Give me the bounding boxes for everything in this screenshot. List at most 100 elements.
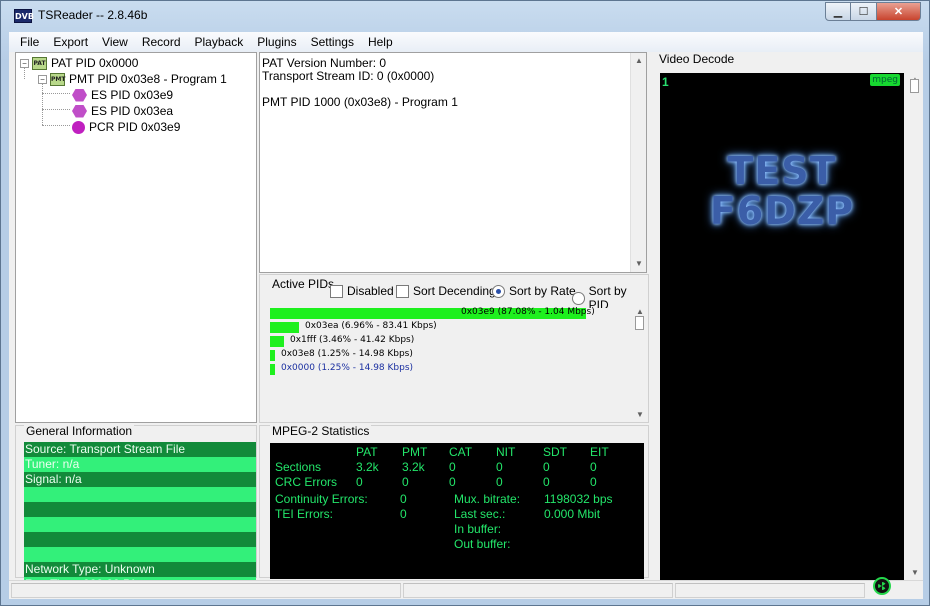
close-button[interactable]: ✕ [877,2,921,21]
menu-file[interactable]: File [13,32,46,52]
crc-nit: 0 [496,475,503,489]
scroll-thumb[interactable] [910,79,919,93]
general-info-row [24,487,256,502]
scroll-thumb[interactable] [635,316,644,330]
app-icon[interactable]: DVB [14,9,34,23]
stat-header-nit: NIT [496,445,516,459]
mux-bitrate-label: Mux. bitrate: [454,492,521,506]
pid-rate-row[interactable]: 0x03e8 (1.25% - 14.98 Kbps) [270,349,633,362]
status-segment [675,583,865,598]
maximize-button[interactable]: ☐ [851,2,877,21]
frame-number: 1 [662,75,669,89]
menu-plugins[interactable]: Plugins [250,32,303,52]
tree-item-pcr[interactable]: PCR PID 0x03e9 [72,119,180,135]
continuity-errors-label: Continuity Errors: [275,492,368,506]
statistics-display: PAT PMT CAT NIT SDT EIT Sections 3.2k 3.… [270,443,644,579]
tree-item-label: PCR PID 0x03e9 [89,120,181,134]
pid-rate-row[interactable]: 0x03e9 (87.08% - 1.04 Mbps) [270,307,633,320]
tree-item-label: ES PID 0x03ea [91,104,174,118]
radio-button[interactable] [492,284,505,298]
sections-nit: 0 [496,460,503,474]
radio-button[interactable] [572,291,585,305]
radiation-icon[interactable] [873,577,891,595]
pid-rate-bar [270,350,275,361]
sections-cat: 0 [449,460,456,474]
scroll-up-arrow-icon[interactable]: ▲ [631,53,647,69]
checkbox-label: Sort Decending [413,284,496,298]
sections-sdt: 0 [543,460,550,474]
pid-rate-label: 0x0000 (1.25% - 14.98 Kbps) [281,363,414,373]
crc-sdt: 0 [543,475,550,489]
window-controls: ▁ ☐ ✕ [825,2,921,22]
menu-playback[interactable]: Playback [188,32,251,52]
collapse-icon[interactable]: − [38,74,47,84]
pid-rate-bar [270,364,275,375]
pid-rate-row[interactable]: 0x1fff (3.46% - 41.42 Kbps) [270,335,633,348]
pid-rate-list[interactable]: 0x03e9 (87.08% - 1.04 Mbps) 0x03ea (6.96%… [270,307,646,423]
stat-header-sdt: SDT [543,445,567,459]
stat-header-pmt: PMT [402,445,428,459]
pat-table-icon: PAT [32,56,47,70]
pid-rate-row[interactable]: 0x03ea (6.96% - 83.41 Kbps) [270,321,633,334]
mpeg2-statistics-caption: MPEG-2 Statistics [270,424,372,438]
video-scrollbar[interactable]: ▲ ▼ [908,73,922,580]
checkbox-box[interactable] [396,284,409,298]
video-text-line-1: TEST [727,149,837,193]
pid-rate-label: 0x03e8 (1.25% - 14.98 Kbps) [281,349,413,359]
status-segment [403,583,673,598]
menu-help[interactable]: Help [361,32,400,52]
tree-connector [42,83,43,125]
table-info-panel[interactable]: PAT Version Number: 0 Transport Stream I… [259,52,647,273]
sections-pmt: 3.2k [402,460,425,474]
menu-export[interactable]: Export [46,32,95,52]
radio-label: Sort by Rate [509,284,576,298]
tei-errors-value: 0 [400,507,407,521]
general-info-row: Source: Transport Stream File [24,442,256,457]
tree-item-es-1[interactable]: ES PID 0x03e9 [72,87,173,103]
tei-errors-label: TEI Errors: [275,507,334,521]
tree-connector [42,125,70,126]
menu-settings[interactable]: Settings [304,32,361,52]
disabled-checkbox[interactable]: Disabled [330,284,394,298]
menu-view[interactable]: View [95,32,135,52]
checkbox-box[interactable] [330,284,343,298]
transport-stream-id: Transport Stream ID: 0 (0x0000) [262,69,435,83]
tree-item-pmt[interactable]: − PMT PMT PID 0x03e8 - Program 1 [38,71,227,87]
title-bar[interactable]: DVB TSReader -- 2.8.46b ▁ ☐ ✕ [1,1,929,31]
es-stream-icon [72,88,87,102]
general-info-row [24,532,256,547]
codec-badge: mpeg [870,74,900,86]
pid-list-scrollbar[interactable]: ▲ ▼ [634,307,646,423]
general-info-row: Tuner: n/a [24,457,256,472]
stat-header-eit: EIT [590,445,609,459]
general-info-row: Network Type: Unknown [24,562,256,577]
info-scrollbar[interactable]: ▲ ▼ [630,53,646,272]
pid-tree[interactable]: − PAT PAT PID 0x0000 − PMT PMT PID 0x03e… [15,52,257,423]
menu-record[interactable]: Record [135,32,188,52]
pcr-icon [72,120,85,134]
pid-rate-label: 0x03e9 (87.08% - 1.04 Mbps) [461,307,595,317]
checkbox-label: Disabled [347,284,394,298]
tree-item-label: PMT PID 0x03e8 - Program 1 [69,72,227,86]
collapse-icon[interactable]: − [20,58,29,68]
active-pids-caption: Active PIDs [270,277,337,291]
sort-by-rate-radio[interactable]: Sort by Rate [492,284,576,298]
scroll-down-arrow-icon[interactable]: ▼ [631,256,647,272]
out-buffer-label: Out buffer: [454,537,511,551]
crc-cat: 0 [449,475,456,489]
app-window: DVB TSReader -- 2.8.46b ▁ ☐ ✕ File Expor… [0,0,930,606]
tree-item-label: ES PID 0x03e9 [91,88,174,102]
sort-descending-checkbox[interactable]: Sort Decending [396,284,496,298]
scroll-down-arrow-icon[interactable]: ▼ [634,407,646,423]
minimize-button[interactable]: ▁ [825,2,851,21]
tree-item-label: PAT PID 0x0000 [51,56,139,70]
tree-item-pat[interactable]: − PAT PAT PID 0x0000 [20,55,138,71]
video-preview[interactable]: 1 mpeg TEST F6DZP [660,73,904,580]
pid-rate-row[interactable]: 0x0000 (1.25% - 14.98 Kbps) [270,363,633,376]
general-info-row [24,502,256,517]
scroll-down-arrow-icon[interactable]: ▼ [908,566,922,580]
tree-item-es-2[interactable]: ES PID 0x03ea [72,103,173,119]
stat-header-cat: CAT [449,445,473,459]
video-decode-group: Video Decode 1 mpeg TEST F6DZP ▲ ▼ [652,52,923,580]
crc-eit: 0 [590,475,597,489]
